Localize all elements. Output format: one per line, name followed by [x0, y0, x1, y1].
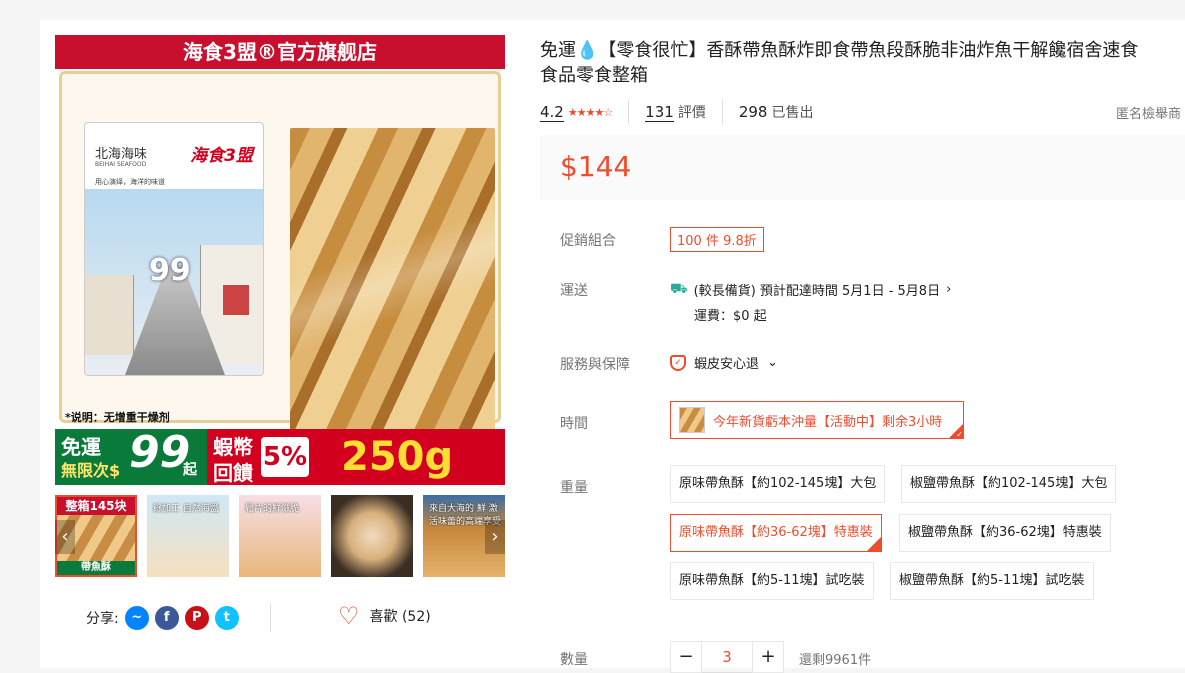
weight-label: 重量: [560, 480, 588, 496]
shipping-line[interactable]: ⛟ (較長備貨) 預計配達時間 5月1日 - 5月8日 ›: [670, 280, 952, 300]
store-banner: 海食3盟®官方旗舰店: [55, 35, 505, 69]
chevron-down-icon: ⌄: [767, 355, 778, 370]
sold: 298 已售出: [739, 102, 814, 122]
like-count: 喜歡 (52): [369, 609, 431, 625]
coin-text: 蝦幣: [213, 435, 253, 459]
time-option-label: 今年新貨虧本沖量【活動中】剩余3小時: [713, 414, 943, 430]
prev-thumbnail-button[interactable]: ‹: [55, 520, 75, 554]
thumb-label-bottom: 帶魚酥: [57, 561, 135, 575]
package-slogan: 用心演绎，海洋的味道: [95, 178, 165, 186]
product-title: 免運💧【零食很忙】香酥帶魚酥炸即食帶魚段酥脆非油炸魚干解饞宿舍速食 食品零食整箱: [540, 38, 1185, 88]
promo-strip: 免運 無限次$ 99 起 蝦幣 回饋 5% 250g: [55, 427, 505, 485]
like-button[interactable]: ♡ 喜歡 (52): [338, 602, 431, 630]
shipping-label: 運送: [560, 283, 588, 299]
weight-option[interactable]: 原味帶魚酥【約102-145塊】大包: [670, 465, 886, 503]
check-icon: [866, 516, 881, 552]
share-label: 分享:: [86, 611, 119, 627]
building-awning: [223, 285, 249, 315]
product-stats: 4.2 ★★★★☆ 131 評價 298 已售出: [540, 100, 813, 124]
service-guarantee[interactable]: ✓ 蝦皮安心退 ⌄: [670, 353, 778, 372]
heart-icon: ♡: [338, 602, 360, 630]
promo-label: 促銷組合: [560, 233, 616, 249]
sold-count: 298: [738, 103, 768, 121]
quantity-input[interactable]: 3: [702, 641, 752, 673]
package-name: 北海海味: [95, 147, 148, 162]
thumb-label: 鬆片的鮮滋脆: [245, 504, 300, 514]
package-brand: 海食3盟: [190, 146, 253, 166]
free-shipping-promo: 免運 無限次$ 99 起: [55, 427, 207, 485]
share-bar: 分享: ~ f P t: [86, 606, 239, 630]
pinterest-icon[interactable]: P: [184, 606, 209, 630]
messenger-icon[interactable]: ~: [124, 606, 149, 630]
star-rating-icon: ★★★★☆: [567, 105, 613, 119]
twitter-icon[interactable]: t: [214, 606, 239, 630]
shield-icon: ✓: [670, 354, 686, 371]
quantity-label: 數量: [560, 652, 588, 668]
next-thumbnail-button[interactable]: ›: [485, 520, 505, 554]
thumbnail-strip: 整箱145块 帶魚酥 餘加工 自然海鹽 鬆片的鮮滋脆 來自大海的 鮮 激活味蕾的…: [55, 495, 505, 577]
reviews-count: 131: [645, 102, 674, 122]
weight-option[interactable]: 椒鹽帶魚酥【約36-62塊】特惠裝: [899, 514, 1111, 552]
facebook-icon[interactable]: f: [154, 606, 179, 630]
check-icon: [949, 424, 963, 439]
amount-unit: 起: [183, 462, 197, 478]
product-title-line1: 免運💧【零食很忙】香酥帶魚酥炸即食帶魚段酥脆非油炸魚干解饞宿舍速食: [540, 40, 1139, 61]
reviews[interactable]: 131 評價: [645, 102, 706, 122]
stats-divider: [721, 100, 723, 124]
image-note: *说明：无增重干燥剂: [65, 411, 170, 424]
product-title-line2: 食品零食整箱: [540, 65, 648, 86]
cashback-percent: 5%: [261, 437, 309, 477]
shipping-eta: (較長備貨) 預計配達時間 5月1日 - 5月8日: [693, 284, 941, 299]
cashback-text: 回饋: [213, 461, 253, 485]
reviews-label: 評價: [677, 105, 706, 121]
free-shipping-text: 免運: [61, 435, 101, 459]
price: $144: [560, 150, 632, 183]
share-divider: [270, 604, 271, 632]
building-left: [85, 275, 134, 355]
min-amount: 99: [129, 427, 191, 478]
rating-value: 4.2: [540, 102, 564, 122]
rating[interactable]: 4.2 ★★★★☆: [540, 102, 613, 122]
unlimited-text: 無限次$: [61, 461, 121, 480]
weight-option-selected[interactable]: 原味帶魚酥【約36-62塊】特惠裝: [670, 514, 882, 552]
shipping-fee: 運費：$0 起: [694, 309, 767, 324]
quantity-stepper: − 3 +: [670, 641, 784, 673]
coin-cashback-promo: 蝦幣 回饋 5%: [207, 429, 315, 485]
service-label: 服務與保障: [560, 357, 630, 373]
time-label: 時間: [560, 416, 588, 432]
weight-label: 250g: [315, 429, 505, 485]
package-illustration: 99: [85, 189, 263, 375]
thumb-label-top: 整箱145块: [57, 497, 135, 515]
weight-option-label: 原味帶魚酥【約36-62塊】特惠裝: [679, 525, 873, 540]
promo-badge[interactable]: 100 件 9.8折: [670, 227, 764, 252]
option-thumbnail: [679, 407, 705, 433]
sold-label: 已售出: [771, 105, 814, 121]
decrease-button[interactable]: −: [670, 641, 702, 673]
fish-photo: [290, 128, 495, 434]
weight-option[interactable]: 椒鹽帶魚酥【約102-145塊】大包: [901, 465, 1117, 503]
weight-option[interactable]: 原味帶魚酥【約5-11塊】試吃裝: [670, 562, 874, 600]
weight-option[interactable]: 椒鹽帶魚酥【約5-11塊】試吃裝: [890, 562, 1094, 600]
image-frame: 北海海味 BEIHAI SEAFOOD 海食3盟 用心演绎，海洋的味道 99: [59, 71, 501, 434]
main-product-image[interactable]: 海食3盟®官方旗舰店 北海海味 BEIHAI SEAFOOD 海食3盟 用心演绎…: [55, 35, 505, 485]
chevron-right-icon: ›: [946, 282, 952, 297]
stats-divider: [628, 100, 630, 124]
product-package: 北海海味 BEIHAI SEAFOOD 海食3盟 用心演绎，海洋的味道 99: [84, 122, 264, 376]
thumbnail-2[interactable]: 餘加工 自然海鹽: [147, 495, 229, 577]
thumbnail-4[interactable]: [331, 495, 413, 577]
thumb-label: 餘加工 自然海鹽: [153, 504, 219, 514]
price-box: $144: [540, 135, 1185, 200]
package-badge: 99: [149, 253, 191, 288]
truck-icon: ⛟: [670, 280, 688, 297]
report-link[interactable]: 匿名檢舉商: [1116, 103, 1181, 122]
time-option-selected[interactable]: 今年新貨虧本沖量【活動中】剩余3小時: [670, 401, 964, 439]
increase-button[interactable]: +: [752, 641, 784, 673]
thumbnail-3[interactable]: 鬆片的鮮滋脆: [239, 495, 321, 577]
stock-remaining: 還剩9961件: [799, 653, 872, 668]
service-value: 蝦皮安心退: [694, 357, 760, 372]
package-name-en: BEIHAI SEAFOOD: [95, 161, 147, 168]
shipping-info: ⛟ (較長備貨) 預計配達時間 5月1日 - 5月8日 › 運費：$0 起: [670, 280, 952, 325]
